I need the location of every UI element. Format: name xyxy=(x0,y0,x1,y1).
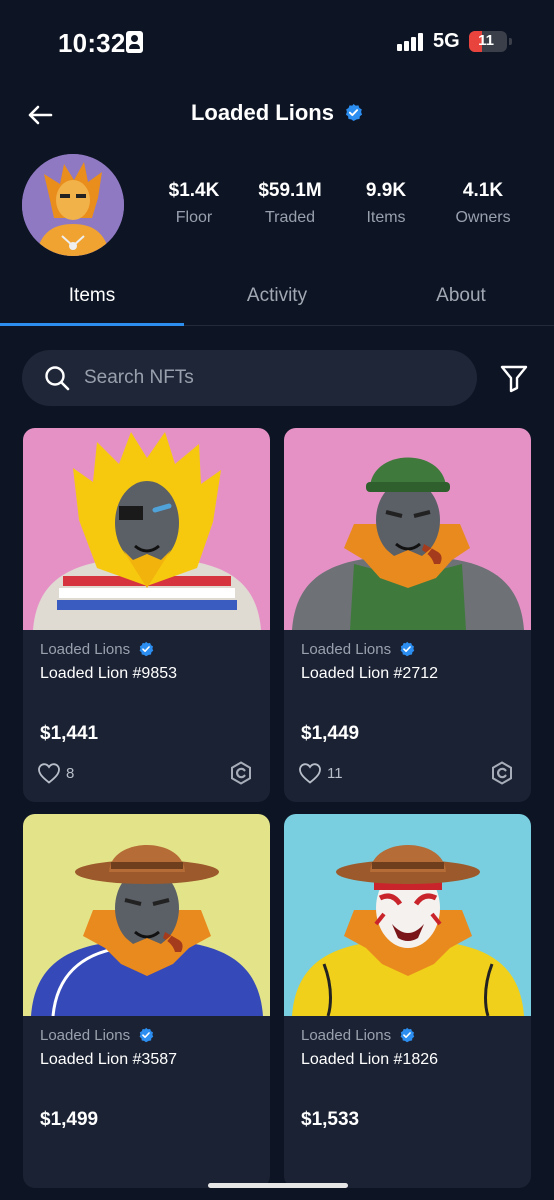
status-bar: 10:32 5G 11 xyxy=(0,0,554,84)
search-icon xyxy=(45,366,70,391)
card-collection: Loaded Lions xyxy=(40,1027,154,1044)
nft-name: Loaded Lion #9853 xyxy=(40,665,178,682)
stat-value: $59.1M xyxy=(258,180,322,201)
tab-activity[interactable]: Activity xyxy=(185,285,369,307)
tab-items[interactable]: Items xyxy=(0,285,184,307)
card-collection: Loaded Lions xyxy=(301,641,415,658)
nft-image xyxy=(23,814,270,1016)
battery-level: 11 xyxy=(478,32,494,49)
nft-image xyxy=(284,814,531,1016)
nft-name: Loaded Lion #1826 xyxy=(301,1051,439,1068)
nft-price: $1,441 xyxy=(40,723,99,744)
nft-price: $1,533 xyxy=(301,1109,360,1130)
stat-traded: $59.1M Traded xyxy=(235,180,345,227)
filter-button[interactable] xyxy=(496,360,532,396)
nft-price: $1,499 xyxy=(40,1109,99,1130)
stat-value: 4.1K xyxy=(462,180,504,201)
active-tab-indicator xyxy=(0,323,184,326)
verified-badge-icon xyxy=(400,641,415,656)
nft-name: Loaded Lion #3587 xyxy=(40,1051,178,1068)
nft-card[interactable]: Loaded Lions Loaded Lion #2712 $1,449 11 xyxy=(284,428,531,802)
verified-badge-icon xyxy=(139,641,154,656)
verified-badge-icon xyxy=(400,1027,415,1042)
nft-card[interactable]: Loaded Lions Loaded Lion #1826 $1,533 xyxy=(284,814,531,1188)
tab-about[interactable]: About xyxy=(369,285,553,307)
nft-card[interactable]: Loaded Lions Loaded Lion #3587 $1,499 xyxy=(23,814,270,1188)
like-count: 11 xyxy=(327,764,343,782)
verified-badge-icon xyxy=(139,1027,154,1042)
collection-name: Loaded Lions xyxy=(40,1027,131,1044)
stat-label: Traded xyxy=(264,209,316,226)
nft-card[interactable]: Loaded Lions Loaded Lion #9853 $1,441 8 xyxy=(23,428,270,802)
home-indicator[interactable] xyxy=(208,1183,348,1188)
like-button[interactable]: 8 xyxy=(37,761,74,785)
cronos-chain-icon xyxy=(492,761,512,785)
cellular-signal-icon xyxy=(397,33,427,51)
battery-nub xyxy=(509,38,512,45)
page-header: Loaded Lions xyxy=(0,100,554,126)
nft-image xyxy=(284,428,531,630)
contact-card-icon xyxy=(126,31,143,53)
page-title: Loaded Lions xyxy=(190,100,334,125)
like-button[interactable]: 11 xyxy=(298,761,343,785)
stat-value: 9.9K xyxy=(365,180,407,201)
nft-name: Loaded Lion #2712 xyxy=(301,665,439,682)
nft-price: $1,449 xyxy=(301,723,360,744)
network-type: 5G xyxy=(433,30,460,52)
stat-label: Floor xyxy=(175,209,213,226)
heart-icon xyxy=(38,763,60,784)
stat-floor: $1.4K Floor xyxy=(139,180,249,227)
collection-name: Loaded Lions xyxy=(301,641,392,658)
search-input[interactable] xyxy=(84,350,464,406)
search-box[interactable] xyxy=(22,350,477,406)
card-collection: Loaded Lions xyxy=(301,1027,415,1044)
heart-icon xyxy=(299,763,321,784)
verified-badge-icon xyxy=(345,103,363,121)
filter-funnel-icon xyxy=(500,365,528,393)
collection-name: Loaded Lions xyxy=(301,1027,392,1044)
card-collection: Loaded Lions xyxy=(40,641,154,658)
stat-value: $1.4K xyxy=(168,180,220,201)
like-count: 8 xyxy=(66,764,75,782)
tab-bar: Items Activity About xyxy=(0,270,554,326)
status-time: 10:32 xyxy=(58,28,126,58)
stat-owners: 4.1K Owners xyxy=(428,180,538,227)
battery-icon: 11 xyxy=(469,31,507,52)
stat-label: Owners xyxy=(455,209,511,226)
stat-items: 9.9K Items xyxy=(331,180,441,227)
stat-label: Items xyxy=(366,209,406,226)
collection-avatar xyxy=(22,154,124,256)
cronos-chain-icon xyxy=(231,761,251,785)
collection-name: Loaded Lions xyxy=(40,641,131,658)
nft-image xyxy=(23,428,270,630)
